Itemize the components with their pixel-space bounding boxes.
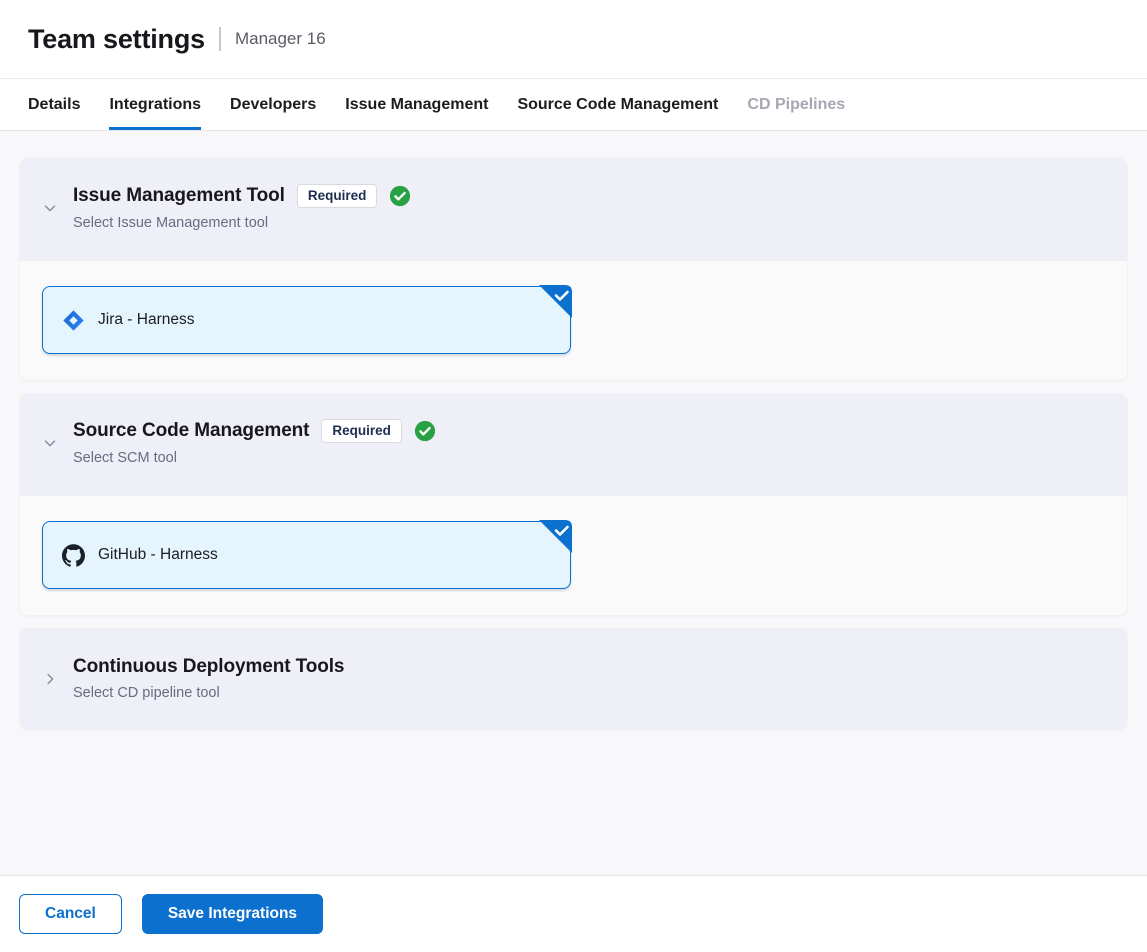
tab-source-code-management[interactable]: Source Code Management (517, 79, 718, 130)
section-subtitle: Select Issue Management tool (73, 215, 411, 231)
section-title: Continuous Deployment Tools (73, 656, 344, 678)
required-badge: Required (321, 419, 402, 443)
tab-cd-pipelines: CD Pipelines (747, 79, 845, 130)
tab-developers[interactable]: Developers (230, 79, 316, 130)
section-issue-management-body: Jira - Harness (20, 261, 1127, 380)
chevron-down-icon (40, 433, 60, 453)
tab-issue-management[interactable]: Issue Management (345, 79, 488, 130)
corner-check-icon (539, 285, 572, 318)
integrations-panel: Issue Management Tool Required Select Is… (0, 131, 1147, 875)
section-continuous-deployment-tools: Continuous Deployment Tools Select CD pi… (20, 628, 1127, 729)
tool-label: Jira - Harness (98, 311, 194, 329)
success-check-icon (414, 420, 436, 442)
tab-bar: Details Integrations Developers Issue Ma… (0, 79, 1147, 131)
section-issue-management-tool: Issue Management Tool Required Select Is… (20, 158, 1127, 380)
cancel-button[interactable]: Cancel (19, 894, 122, 934)
github-icon (62, 544, 85, 567)
page-title: Team settings (28, 24, 205, 55)
chevron-down-icon (40, 198, 60, 218)
tab-integrations[interactable]: Integrations (109, 79, 201, 130)
section-title: Source Code Management (73, 420, 309, 442)
section-scm-header[interactable]: Source Code Management Required Select S… (20, 393, 1127, 496)
section-cd-header[interactable]: Continuous Deployment Tools Select CD pi… (20, 628, 1127, 729)
section-title: Issue Management Tool (73, 185, 285, 207)
required-badge: Required (297, 184, 378, 208)
save-integrations-button[interactable]: Save Integrations (142, 894, 323, 934)
tool-card-jira-harness[interactable]: Jira - Harness (42, 286, 571, 354)
title-divider (219, 27, 221, 51)
section-source-code-management: Source Code Management Required Select S… (20, 393, 1127, 615)
corner-check-icon (539, 520, 572, 553)
section-scm-body: GitHub - Harness (20, 496, 1127, 615)
tab-details[interactable]: Details (28, 79, 80, 130)
footer-action-bar: Cancel Save Integrations (0, 875, 1147, 952)
jira-icon (62, 309, 85, 332)
success-check-icon (389, 185, 411, 207)
section-subtitle: Select CD pipeline tool (73, 685, 344, 701)
page-subtitle: Manager 16 (235, 29, 326, 49)
tool-label: GitHub - Harness (98, 546, 218, 564)
page-header: Team settings Manager 16 (0, 0, 1147, 79)
tool-card-github-harness[interactable]: GitHub - Harness (42, 521, 571, 589)
section-issue-management-header[interactable]: Issue Management Tool Required Select Is… (20, 158, 1127, 261)
chevron-right-icon (40, 669, 60, 689)
section-subtitle: Select SCM tool (73, 450, 436, 466)
